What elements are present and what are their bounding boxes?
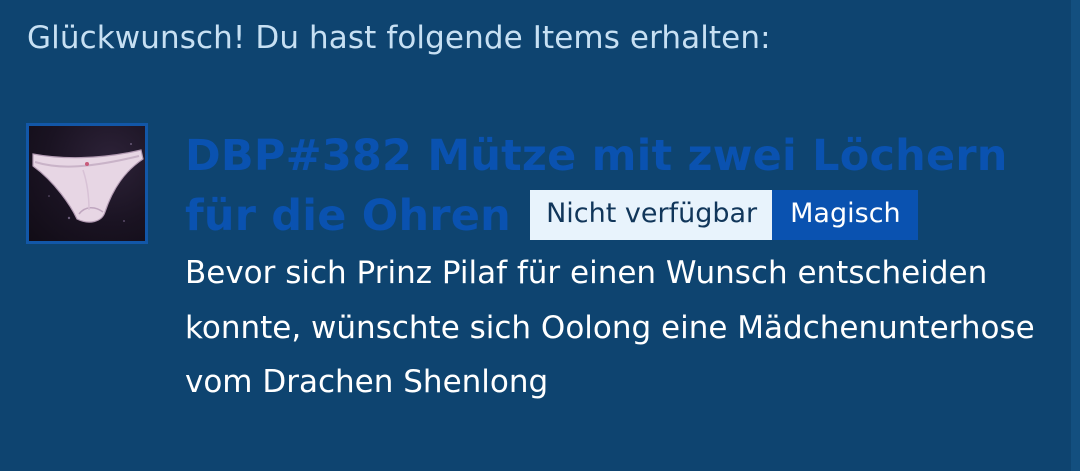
reward-panel: { "heading": "Glückwunsch! Du hast folge… [0,0,1080,471]
availability-badge: Nicht verfügbar [530,190,773,240]
rarity-badge: Magisch [772,190,918,240]
panties-image-icon [32,143,144,223]
item-description: Bevor sich Prinz Pilaf für einen Wunsch … [185,255,1035,400]
item-title[interactable]: DBP#382 Mütze mit zwei Löchern für die O… [185,126,1045,246]
scrollbar-track [1071,0,1080,471]
item-image[interactable] [26,123,148,244]
reward-heading: Glückwunsch! Du hast folgende Items erha… [27,20,771,56]
